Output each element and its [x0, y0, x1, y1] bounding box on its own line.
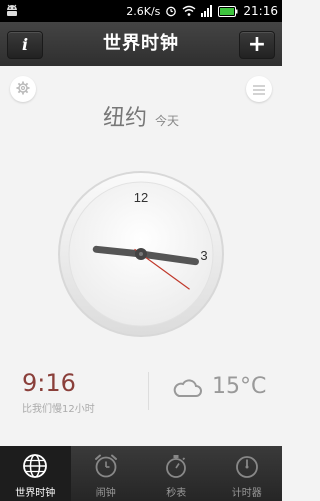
signal-icon: [201, 5, 213, 17]
gear-icon: [16, 80, 30, 99]
temperature: 15°C: [212, 374, 267, 399]
title-bar: i 世界时钟 +: [0, 22, 282, 66]
clock-label-3: 3: [200, 248, 207, 263]
tab-stopwatch[interactable]: 秒表: [141, 446, 212, 501]
status-time: 21:16: [243, 4, 278, 18]
tab-alarm[interactable]: 闹钟: [71, 446, 142, 501]
status-bar: 2.6K/s 21:16: [0, 0, 282, 22]
tab-label: 秒表: [166, 488, 187, 499]
list-icon: [253, 80, 265, 99]
settings-button[interactable]: [10, 76, 36, 102]
network-speed: 2.6K/s: [126, 4, 161, 18]
clock-label-12: 12: [134, 190, 148, 205]
tab-label: 闹钟: [95, 488, 116, 499]
wifi-icon: [182, 5, 196, 17]
cloud-icon: [172, 378, 202, 402]
local-time: 9:16: [22, 369, 76, 397]
city-day: 今天: [155, 114, 180, 128]
divider: [148, 372, 149, 410]
stopwatch-icon: [163, 453, 189, 482]
tab-world-clock[interactable]: 世界时钟: [0, 446, 71, 501]
battery-icon: [218, 5, 238, 17]
analog-clock: 12 3: [57, 170, 225, 338]
menu-button[interactable]: [246, 76, 272, 102]
alarm-status-icon: [165, 5, 177, 17]
city-header: 纽约 今天: [0, 100, 282, 132]
city-name: 纽约: [102, 106, 147, 131]
minute-hand: [92, 245, 145, 258]
android-icon: [4, 3, 20, 19]
timer-icon: [234, 453, 260, 482]
world-clock-card: 纽约 今天 12 3 9:16 比我们慢12小时 15°C: [0, 66, 282, 446]
tab-label: 计时器: [231, 488, 262, 499]
alarm-clock-icon: [93, 453, 119, 482]
tab-label: 世界时钟: [15, 488, 56, 499]
time-difference: 比我们慢12小时: [22, 404, 95, 415]
clock-center-dot: [139, 252, 143, 256]
tab-timer[interactable]: 计时器: [212, 446, 283, 501]
globe-icon: [22, 453, 48, 482]
bottom-nav: 世界时钟 闹钟 秒表 计时器: [0, 446, 282, 501]
add-city-button[interactable]: +: [239, 31, 275, 59]
